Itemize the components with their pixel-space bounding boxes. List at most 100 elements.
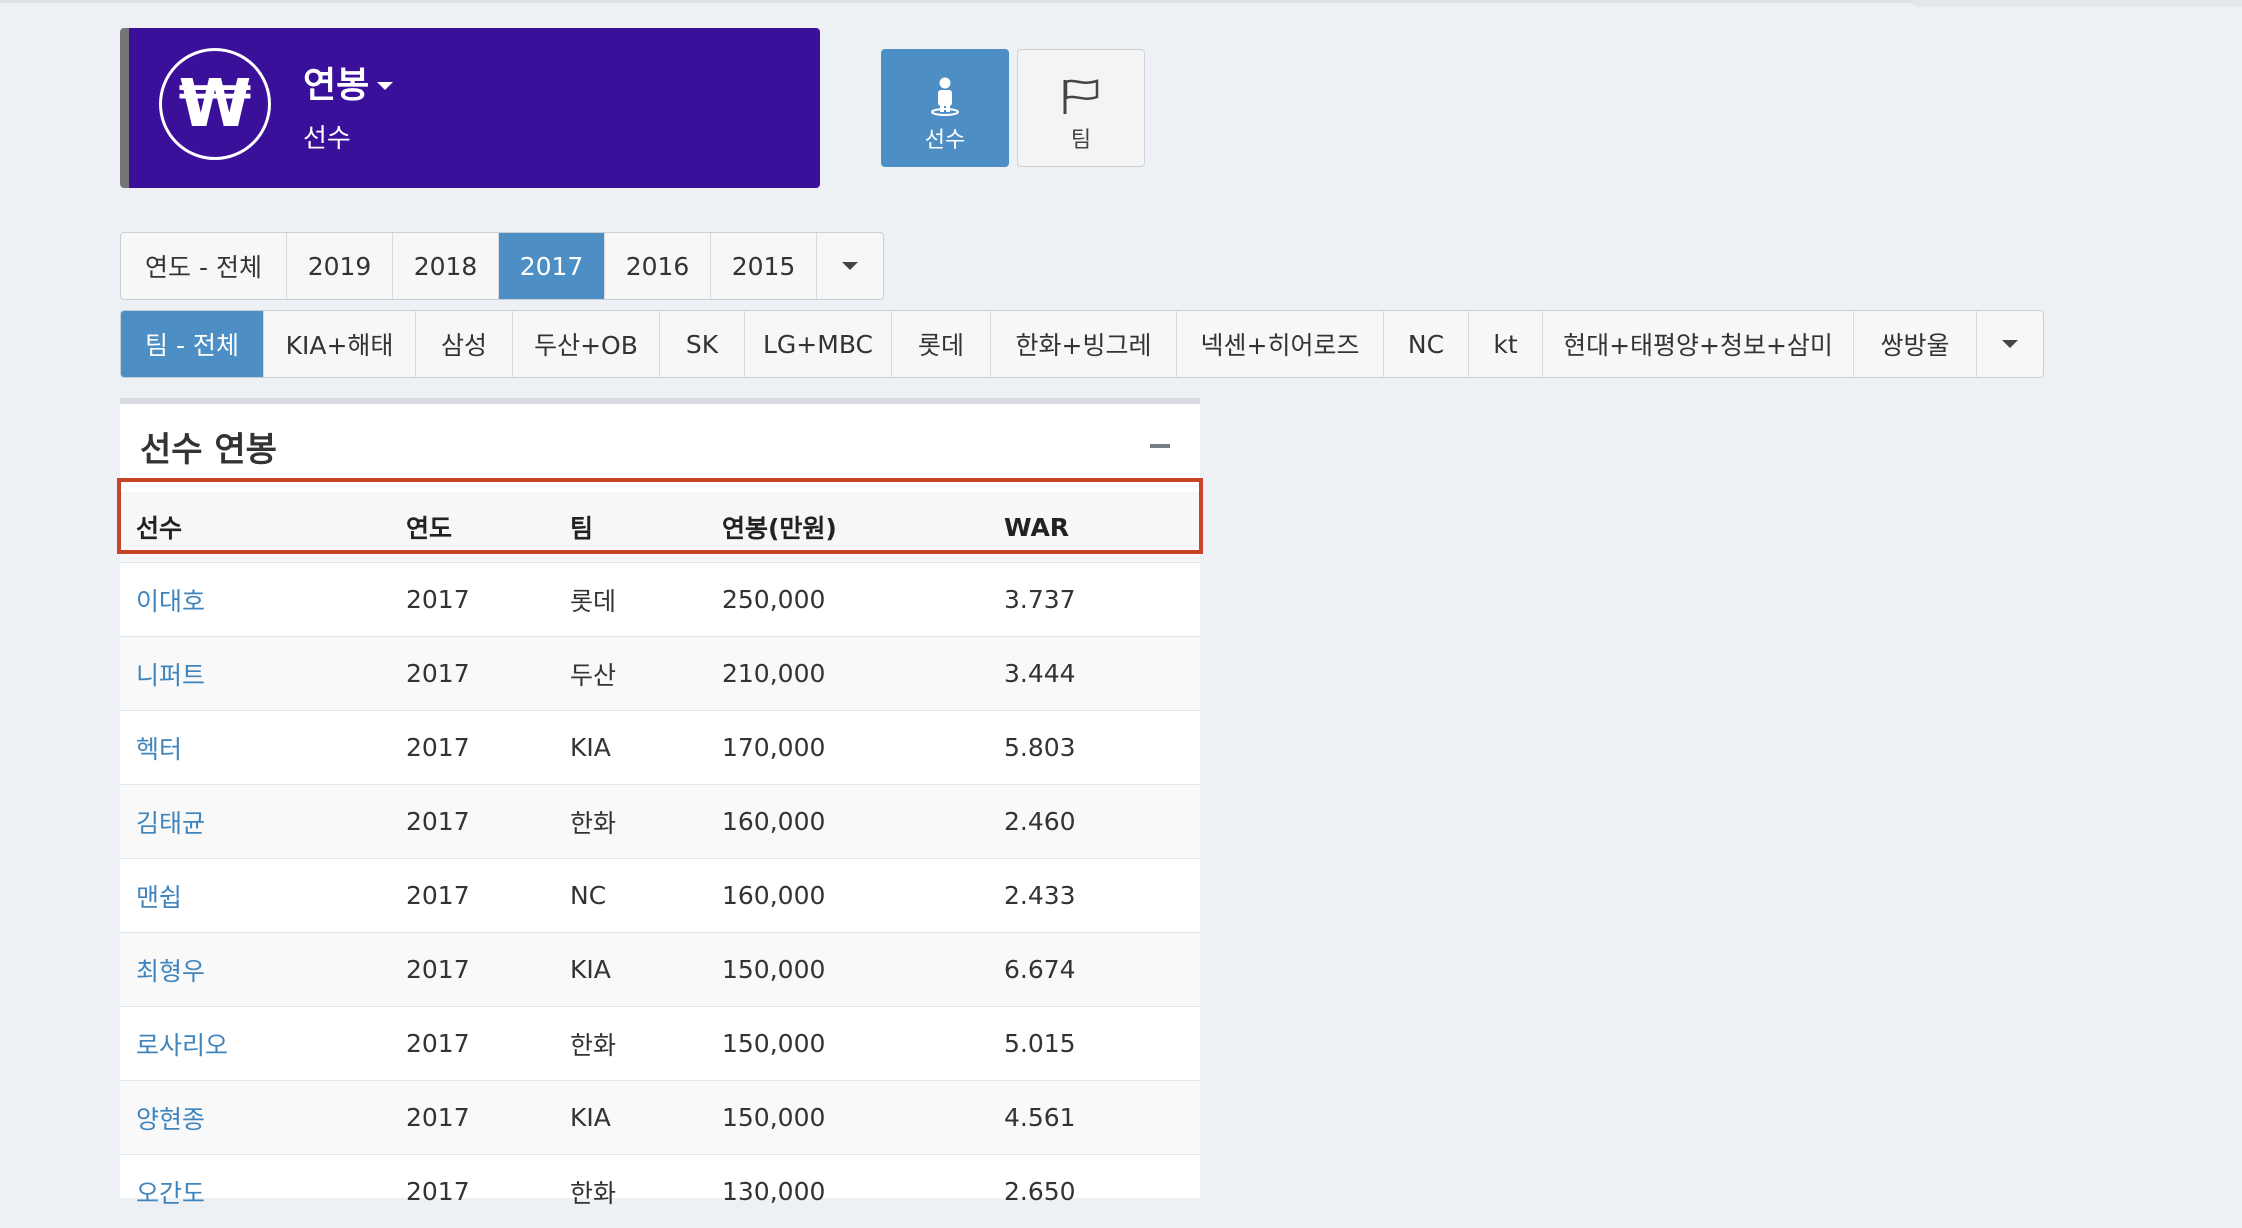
- cell-salary: 150,000: [722, 1029, 826, 1058]
- salary-banner: ₩ 연봉 선수: [120, 28, 820, 188]
- team-filter: 팀 - 전체 KIA+해태 삼성 두산+OB SK LG+MBC 롯데 한화+빙…: [120, 310, 2044, 378]
- cell-year: 2017: [406, 733, 470, 762]
- player-link[interactable]: 이대호: [120, 582, 406, 618]
- cell-war: 6.674: [1004, 955, 1076, 984]
- cell-war: 4.561: [1004, 1103, 1076, 1132]
- cell-war: 5.015: [1004, 1029, 1076, 1058]
- player-toggle-label: 선수: [924, 128, 966, 153]
- cell-salary: 250,000: [722, 585, 826, 614]
- cell-team: 한화: [570, 1030, 617, 1060]
- column-header-team[interactable]: 팀: [570, 509, 722, 545]
- top-border: [0, 0, 2242, 3]
- caret-down-icon: [2002, 340, 2018, 348]
- person-icon: [931, 77, 959, 116]
- team-option-kia[interactable]: KIA+해태: [264, 311, 416, 377]
- cell-year: 2017: [406, 955, 470, 984]
- cell-salary: 160,000: [722, 881, 826, 910]
- panel-title: 선수 연봉: [140, 430, 277, 470]
- category-dropdown[interactable]: 연봉: [303, 56, 394, 108]
- cell-team: NC: [570, 881, 607, 910]
- cell-year: 2017: [406, 807, 470, 836]
- table-row: 헥터 2017 KIA 170,000 5.803: [120, 710, 1200, 784]
- player-salary-panel: 선수 연봉 선수 연도 팀 연봉(만원) WAR 이대호 2017 롯데 250…: [120, 398, 1200, 1208]
- player-link[interactable]: 니퍼트: [120, 656, 406, 692]
- year-filter: 연도 - 전체 2019 2018 2017 2016 2015: [120, 232, 884, 300]
- cell-team: 한화: [570, 808, 617, 838]
- table-row: 맨쉽 2017 NC 160,000 2.433: [120, 858, 1200, 932]
- team-option-nc[interactable]: NC: [1384, 311, 1469, 377]
- banner-title: 연봉: [303, 65, 370, 106]
- player-toggle-button[interactable]: 선수: [881, 49, 1009, 167]
- player-link[interactable]: 김태균: [120, 804, 406, 840]
- year-option-all[interactable]: 연도 - 전체: [121, 233, 287, 299]
- column-header-year[interactable]: 연도: [406, 509, 570, 545]
- cell-salary: 150,000: [722, 955, 826, 984]
- cell-year: 2017: [406, 1177, 470, 1206]
- team-toggle-button[interactable]: 팀: [1017, 49, 1145, 167]
- player-link[interactable]: 맨쉽: [120, 878, 406, 914]
- cell-team: KIA: [570, 955, 611, 984]
- won-icon: ₩: [159, 48, 271, 160]
- cell-salary: 130,000: [722, 1177, 826, 1206]
- table-row: 오간도 2017 한화 130,000 2.650: [120, 1154, 1200, 1228]
- year-option-2015[interactable]: 2015: [711, 233, 817, 299]
- table-row: 김태균 2017 한화 160,000 2.460: [120, 784, 1200, 858]
- cell-war: 3.444: [1004, 659, 1076, 688]
- cell-war: 2.460: [1004, 807, 1076, 836]
- table-row: 이대호 2017 롯데 250,000 3.737: [120, 562, 1200, 636]
- team-option-ssangbangwool[interactable]: 쌍방울: [1854, 311, 1977, 377]
- cell-salary: 170,000: [722, 733, 826, 762]
- team-option-lg[interactable]: LG+MBC: [745, 311, 892, 377]
- cell-year: 2017: [406, 881, 470, 910]
- cell-year: 2017: [406, 659, 470, 688]
- team-option-nexen[interactable]: 넥센+히어로즈: [1177, 311, 1384, 377]
- player-link[interactable]: 최형우: [120, 952, 406, 988]
- cell-team: 두산: [570, 660, 617, 690]
- collapse-icon[interactable]: [1150, 444, 1170, 448]
- top-bar-edge: [1912, 0, 2242, 7]
- team-toggle-label: 팀: [1070, 128, 1092, 153]
- team-more-dropdown[interactable]: [1977, 311, 2043, 377]
- column-header-war[interactable]: WAR: [1004, 513, 1200, 542]
- column-header-salary[interactable]: 연봉(만원): [722, 509, 1004, 545]
- team-option-hanwha[interactable]: 한화+빙그레: [991, 311, 1177, 377]
- cell-salary: 160,000: [722, 807, 826, 836]
- year-option-2016[interactable]: 2016: [605, 233, 711, 299]
- caret-down-icon: [842, 262, 858, 270]
- cell-salary: 150,000: [722, 1103, 826, 1132]
- player-link[interactable]: 로사리오: [120, 1026, 406, 1062]
- player-link[interactable]: 헥터: [120, 730, 406, 766]
- year-option-2019[interactable]: 2019: [287, 233, 393, 299]
- cell-war: 2.650: [1004, 1177, 1076, 1206]
- table-row: 니퍼트 2017 두산 210,000 3.444: [120, 636, 1200, 710]
- caret-down-icon: [377, 82, 394, 90]
- column-header-player[interactable]: 선수: [120, 509, 406, 545]
- team-option-lotte[interactable]: 롯데: [892, 311, 991, 377]
- cell-salary: 210,000: [722, 659, 826, 688]
- team-option-samsung[interactable]: 삼성: [416, 311, 513, 377]
- team-option-all[interactable]: 팀 - 전체: [121, 311, 264, 377]
- team-option-doosan[interactable]: 두산+OB: [513, 311, 660, 377]
- cell-war: 3.737: [1004, 585, 1076, 614]
- team-option-hyundai[interactable]: 현대+태평양+청보+삼미: [1543, 311, 1854, 377]
- cell-war: 2.433: [1004, 881, 1076, 910]
- cell-year: 2017: [406, 1103, 470, 1132]
- cell-team: KIA: [570, 733, 611, 762]
- table-row: 로사리오 2017 한화 150,000 5.015: [120, 1006, 1200, 1080]
- table-row: 최형우 2017 KIA 150,000 6.674: [120, 932, 1200, 1006]
- cell-team: 롯데: [570, 586, 617, 616]
- banner-subtitle: 선수: [303, 124, 351, 154]
- table-row: 양현종 2017 KIA 150,000 4.561: [120, 1080, 1200, 1154]
- table-header: 선수 연도 팀 연봉(만원) WAR: [120, 492, 1200, 562]
- cell-team: 한화: [570, 1178, 617, 1208]
- cell-year: 2017: [406, 585, 470, 614]
- year-option-2017[interactable]: 2017: [499, 233, 605, 299]
- team-option-kt[interactable]: kt: [1469, 311, 1543, 377]
- flag-icon: [1063, 79, 1099, 114]
- player-link[interactable]: 양현종: [120, 1100, 406, 1136]
- salary-table: 선수 연도 팀 연봉(만원) WAR 이대호 2017 롯데 250,000 3…: [120, 492, 1200, 1228]
- year-option-2018[interactable]: 2018: [393, 233, 499, 299]
- team-option-sk[interactable]: SK: [660, 311, 745, 377]
- year-more-dropdown[interactable]: [817, 233, 883, 299]
- player-link[interactable]: 오간도: [120, 1174, 406, 1210]
